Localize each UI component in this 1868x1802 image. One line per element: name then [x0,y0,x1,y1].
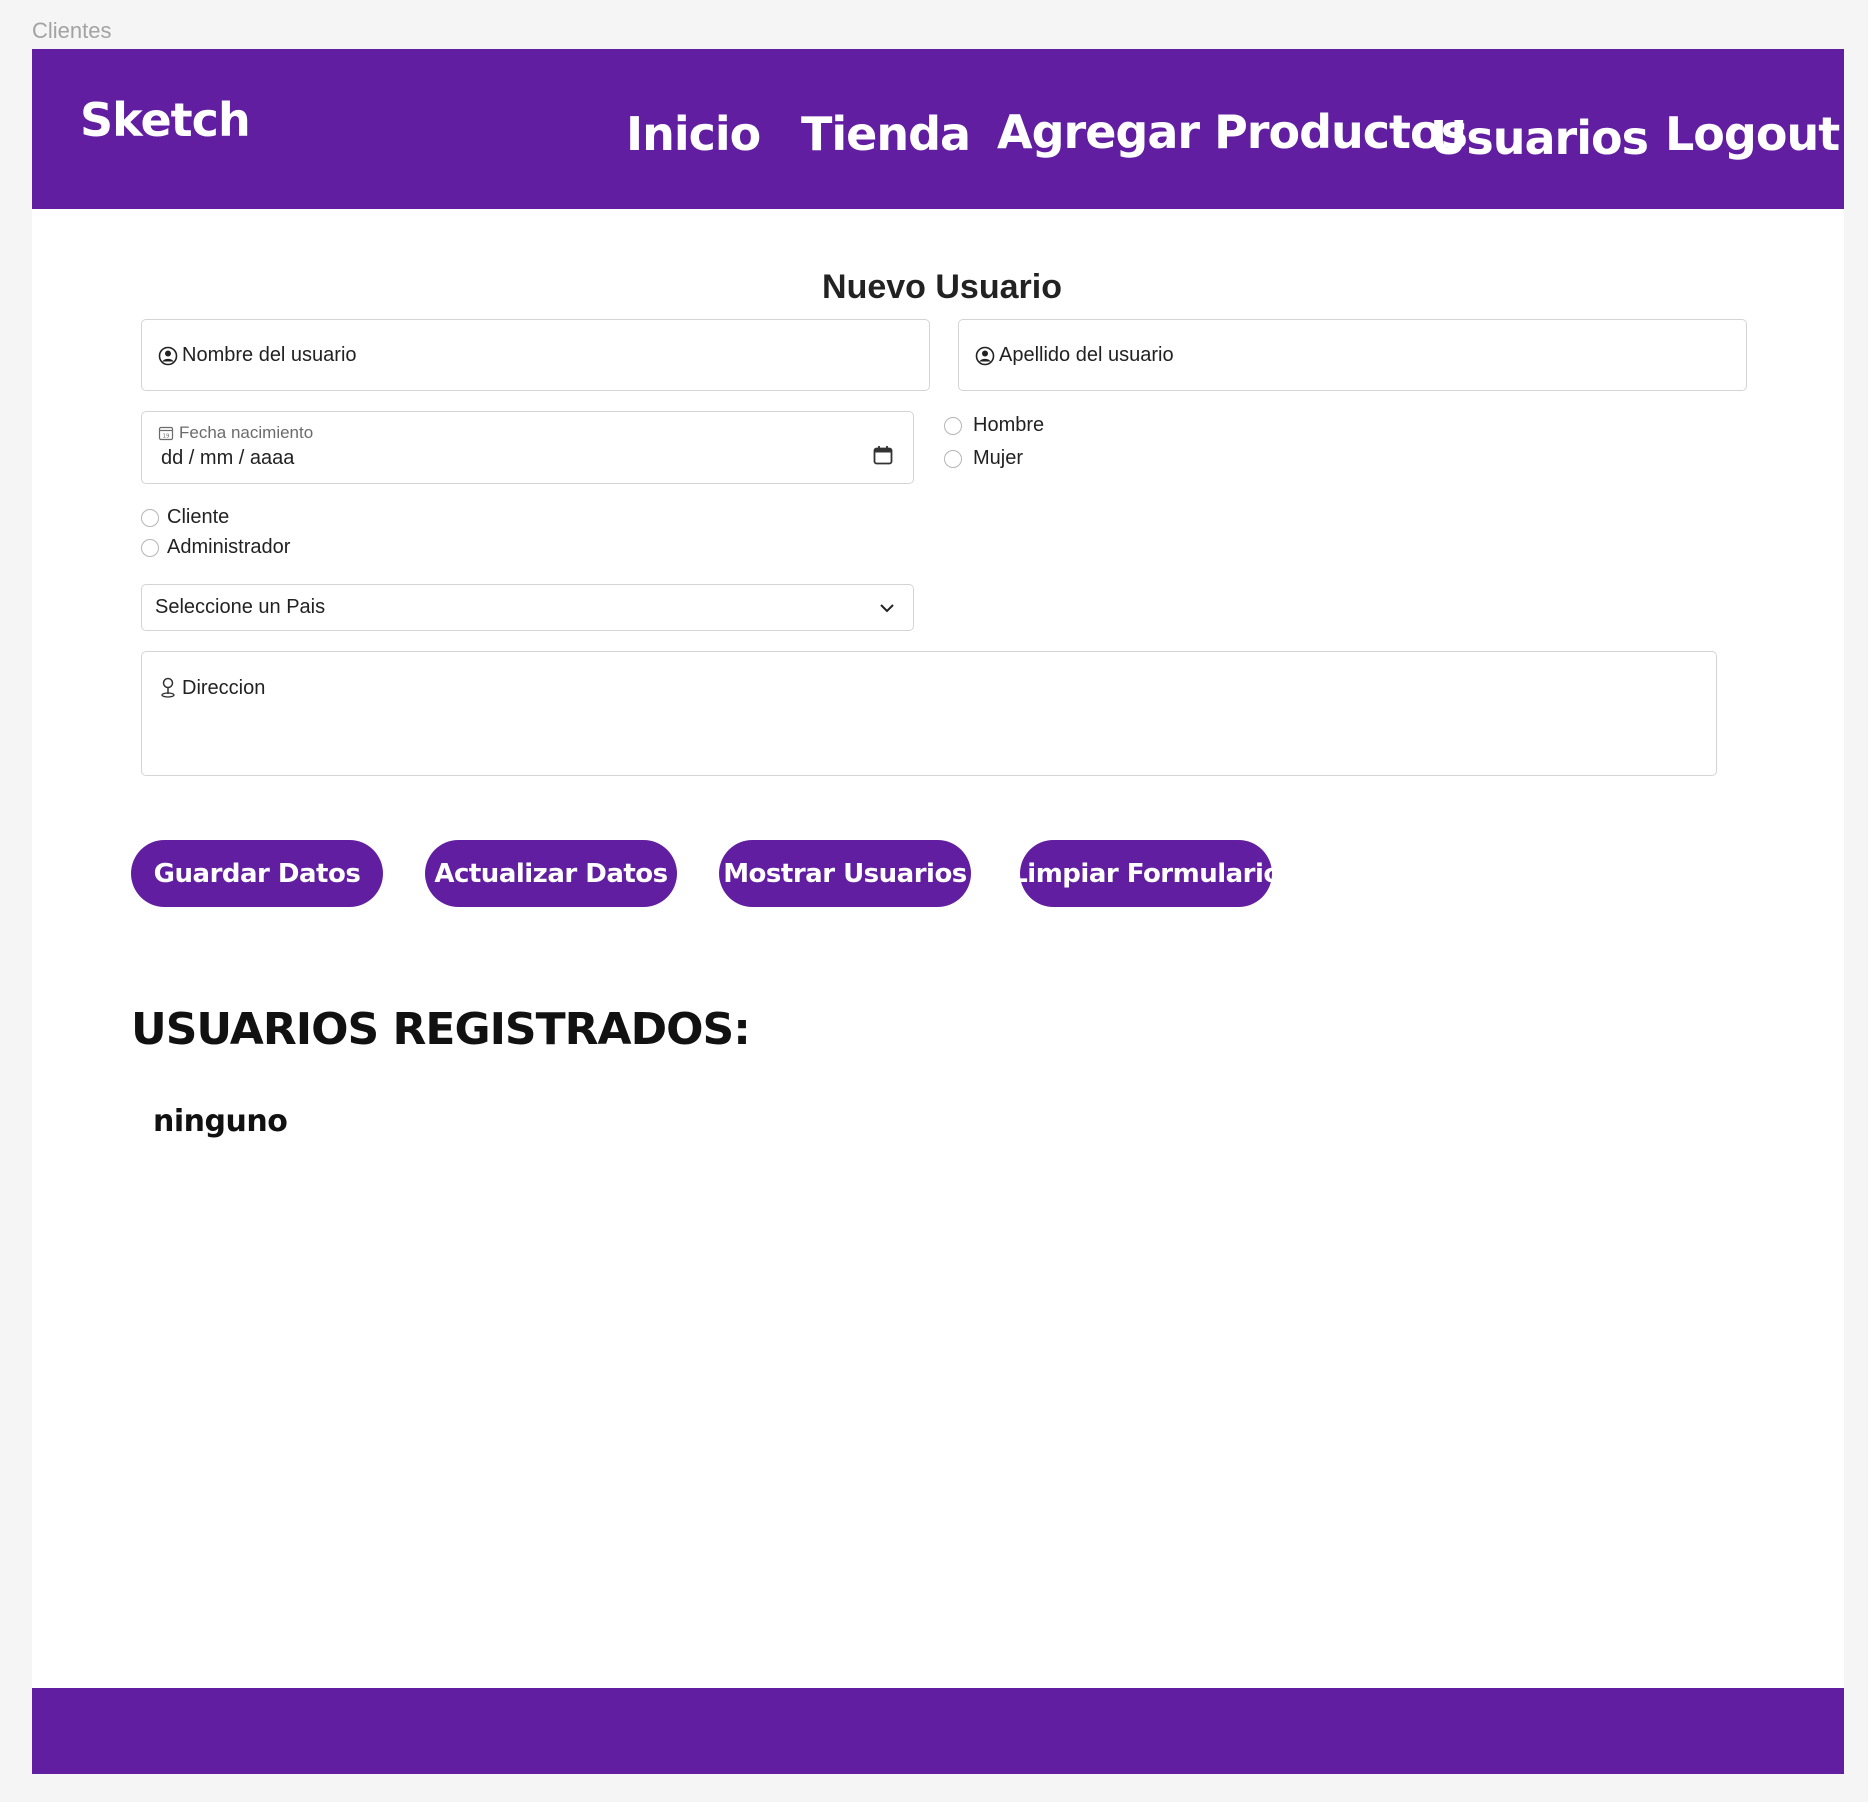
nav-link-logout[interactable]: Logout [1665,107,1840,161]
usuarios-registrados-heading: USUARIOS REGISTRADOS: [131,1004,751,1055]
navbar: Sketch Inicio Tienda Agregar Productos U… [32,49,1844,209]
nombre-input[interactable]: Nombre del usuario [141,319,930,391]
actualizar-datos-button[interactable]: Actualizar Datos [425,840,677,907]
radio-mujer-label: Mujer [973,447,1024,469]
radio-hombre[interactable] [944,417,962,435]
nav-link-usuarios[interactable]: Usuarios [1430,111,1649,165]
form-title: Nuevo Usuario [822,268,1062,306]
location-pin-icon [161,677,175,698]
pais-selected-value: Seleccione un Pais [155,596,326,618]
page-artboard: Sketch Inicio Tienda Agregar Productos U… [32,49,1844,1774]
radio-administrador[interactable] [141,539,159,557]
pais-select[interactable]: Seleccione un Pais [141,584,914,631]
footer [32,1688,1844,1774]
frame-label: Clientes [32,18,112,43]
nav-link-agregar-productos[interactable]: Agregar Productos [997,105,1468,159]
radio-administrador-label: Administrador [167,536,291,558]
usuarios-empty-text: ninguno [153,1104,288,1139]
direccion-textarea[interactable]: Direccion [141,651,1717,776]
apellido-placeholder: Apellido del usuario [999,344,1174,366]
mostrar-usuarios-button[interactable]: Mostrar Usuarios [719,840,971,907]
user-circle-icon [975,346,995,366]
svg-text:19: 19 [163,434,170,440]
radio-hombre-label: Hombre [973,414,1045,436]
nombre-placeholder: Nombre del usuario [182,344,357,366]
guardar-datos-button[interactable]: Guardar Datos [131,840,383,907]
brand-logo[interactable]: Sketch [80,93,251,147]
limpiar-formulario-button[interactable]: Limpiar Formulario [1011,840,1281,907]
calendar-small-icon: 19 [158,426,174,441]
radio-mujer[interactable] [944,450,962,468]
user-circle-icon [158,346,178,366]
direccion-placeholder: Direccion [182,677,266,699]
radio-cliente[interactable] [141,509,159,527]
fecha-value: dd / mm / aaaa [161,447,295,469]
nav-link-inicio[interactable]: Inicio [626,107,761,161]
fecha-nacimiento-input[interactable]: 19 Fecha nacimiento dd / mm / aaaa [141,411,914,484]
nav-link-tienda[interactable]: Tienda [801,107,971,161]
radio-cliente-label: Cliente [167,506,230,528]
chevron-down-icon [880,604,894,613]
calendar-icon[interactable] [873,445,893,465]
apellido-input[interactable]: Apellido del usuario [958,319,1747,391]
fecha-label: Fecha nacimiento [179,423,314,442]
